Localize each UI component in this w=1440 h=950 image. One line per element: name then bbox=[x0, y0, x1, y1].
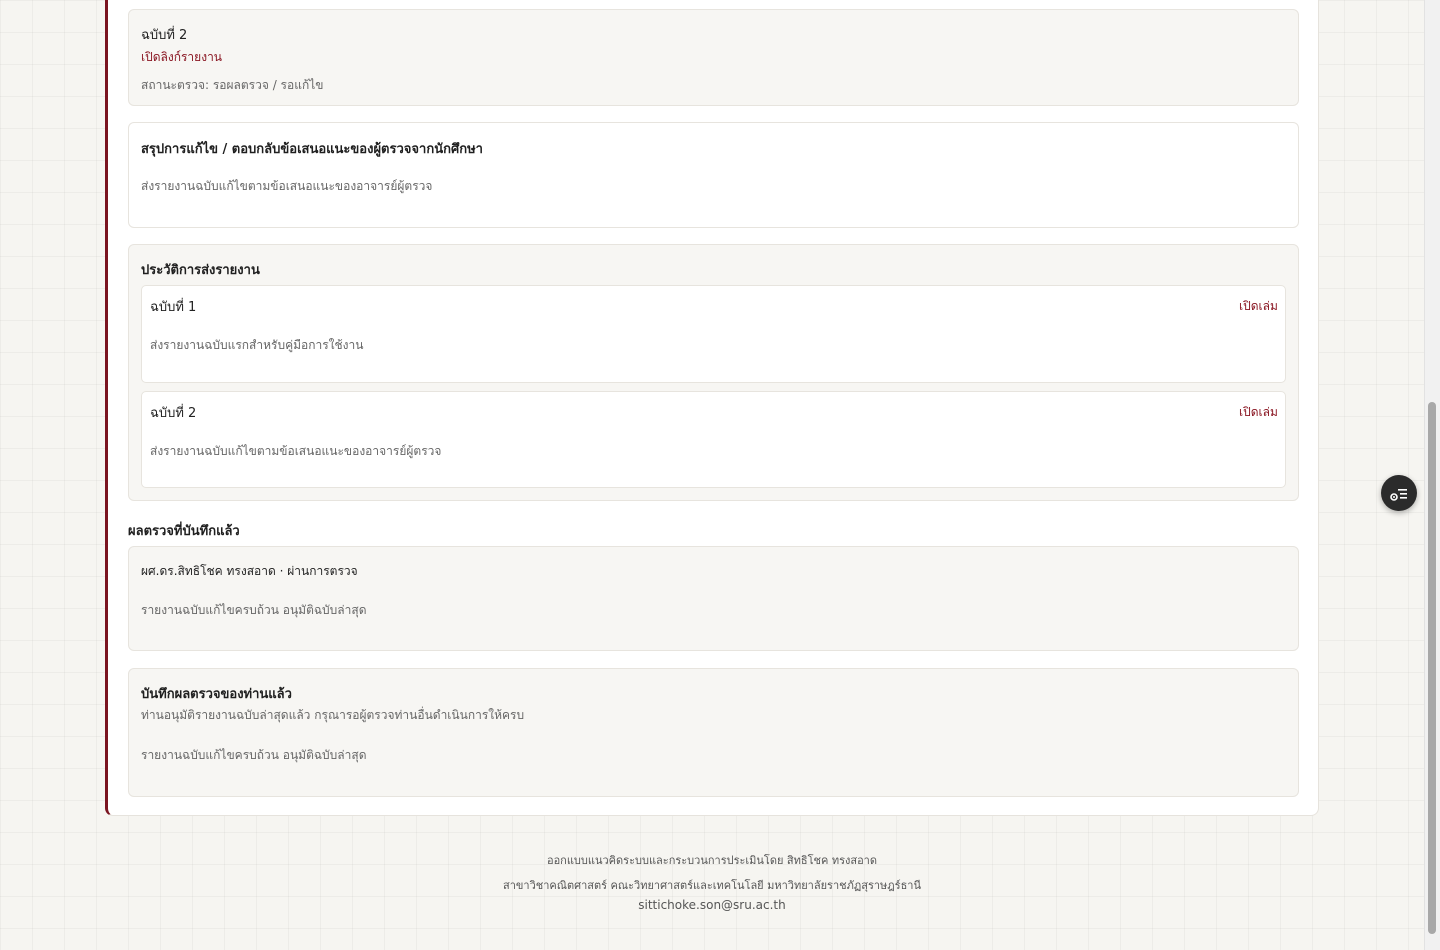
reviewer-comment: รายงานฉบับแก้ไขครบถ้วน อนุมัติฉบับล่าสุด bbox=[141, 603, 367, 617]
footer-email-link[interactable]: sittichoke.son@sru.ac.th bbox=[0, 898, 1424, 912]
my-review-heading: บันทึกผลตรวจของท่านแล้ว bbox=[141, 687, 292, 702]
submission-history-heading: ประวัติการส่งรายงาน bbox=[141, 263, 260, 278]
footer-credit: ออกแบบแนวคิดระบบและกระบวนการประเมินโดย ส… bbox=[546, 854, 878, 867]
review-status: สถานะตรวจ: รอผลตรวจ / รอแก้ไข bbox=[141, 78, 324, 92]
saved-results-heading: ผลตรวจที่บันทึกแล้ว bbox=[128, 524, 240, 539]
latest-version-label: ฉบับที่ 2 bbox=[141, 28, 188, 43]
history-item bbox=[141, 285, 1286, 383]
open-report-link[interactable]: เปิดลิงก์รายงาน bbox=[141, 48, 222, 67]
history-item-text: ส่งรายงานฉบับแก้ไขตามข้อเสนอแนะของอาจารย… bbox=[150, 444, 442, 458]
my-review-box bbox=[128, 668, 1299, 797]
settings-list-icon bbox=[1390, 486, 1408, 501]
revision-summary-heading: สรุปการแก้ไข / ตอบกลับข้อเสนอแนะของผู้ตร… bbox=[141, 142, 483, 157]
my-review-note: ท่านอนุมัติรายงานฉบับล่าสุดแล้ว กรุณารอผ… bbox=[141, 708, 525, 722]
revision-summary-text: ส่งรายงานฉบับแก้ไขตามข้อเสนอแนะของอาจารย… bbox=[141, 179, 433, 193]
history-item-text: ส่งรายงานฉบับแรกสำหรับคู่มือการใช้งาน bbox=[150, 338, 364, 352]
my-review-comment: รายงานฉบับแก้ไขครบถ้วน อนุมัติฉบับล่าสุด bbox=[141, 748, 367, 762]
footer-affiliation: สาขาวิชาคณิตศาสตร์ คณะวิทยาศาสตร์และเทคโ… bbox=[503, 879, 921, 892]
reviewer-result: ผศ.ดร.สิทธิโชค ทรงสอาด · ผ่านการตรวจ bbox=[141, 564, 358, 578]
history-item-label: ฉบับที่ 2 bbox=[150, 406, 197, 421]
floating-menu-button[interactable] bbox=[1381, 475, 1417, 511]
open-volume-button[interactable]: เปิดเล่ม bbox=[1239, 297, 1278, 316]
open-volume-button[interactable]: เปิดเล่ม bbox=[1239, 403, 1278, 422]
history-item bbox=[141, 391, 1286, 488]
history-item-label: ฉบับที่ 1 bbox=[150, 300, 197, 315]
scrollbar-thumb[interactable] bbox=[1428, 402, 1436, 934]
